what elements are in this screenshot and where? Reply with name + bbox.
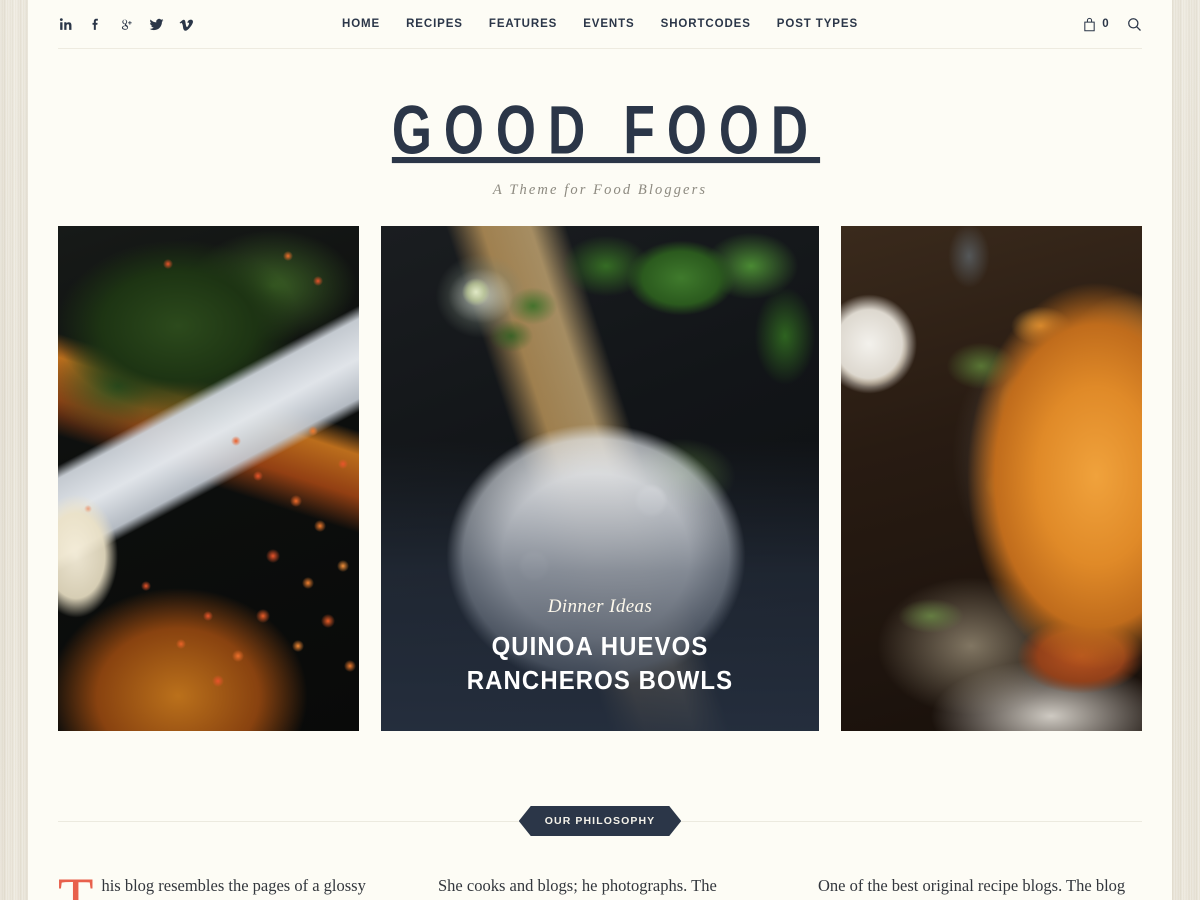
nav-item-shortcodes[interactable]: SHORTCODES [661, 18, 751, 30]
philosophy-columns: T his blog resembles the pages of a glos… [58, 866, 1142, 900]
googleplus-icon[interactable] [118, 15, 134, 33]
dropcap-letter: T [58, 866, 94, 900]
philosophy-text-1: his blog resembles the pages of a glossy… [101, 876, 366, 895]
nav-item-events[interactable]: EVENTS [583, 18, 634, 30]
nav-item-features[interactable]: FEATURES [489, 18, 557, 30]
slide-center[interactable]: Dinner Ideas QUINOA HUEVOS RANCHEROS BOW… [381, 226, 819, 731]
slide-left[interactable] [58, 226, 359, 731]
shopping-bag-icon [1083, 17, 1096, 32]
twitter-icon[interactable] [148, 15, 164, 33]
site-title[interactable]: GOOD FOOD [101, 95, 1098, 164]
philosophy-text-2: She cooks and blogs; he photographs. The… [438, 876, 717, 895]
cart-button[interactable]: 0 [1083, 17, 1109, 32]
nav-item-home[interactable]: HOME [342, 18, 380, 30]
philosophy-container: OUR PHILOSOPHY T his blog resembles the … [58, 803, 1142, 900]
linkedin-icon[interactable] [58, 15, 74, 33]
site-header: HOME RECIPES FEATURES EVENTS SHORTCODES … [58, 0, 1142, 48]
search-icon[interactable] [1127, 17, 1142, 32]
slide-center-title: QUINOA HUEVOS RANCHEROS BOWLS [466, 631, 734, 695]
facebook-icon[interactable] [88, 15, 104, 33]
slide-right[interactable] [841, 226, 1142, 731]
slide-center-kicker: Dinner Ideas [547, 596, 653, 618]
header-tools: 0 [1083, 17, 1142, 32]
featured-slider: Dinner Ideas QUINOA HUEVOS RANCHEROS BOW… [58, 226, 1142, 731]
header-container: HOME RECIPES FEATURES EVENTS SHORTCODES … [58, 0, 1142, 48]
brand-block: GOOD FOOD A Theme for Food Bloggers [58, 49, 1142, 199]
philosophy-badge: OUR PHILOSOPHY [519, 806, 682, 836]
vimeo-icon[interactable] [178, 15, 194, 33]
slide-right-photo [841, 226, 1142, 731]
philosophy-text-3: One of the best original recipe blogs. T… [818, 876, 1126, 895]
slide-center-caption: Dinner Ideas QUINOA HUEVOS RANCHEROS BOW… [381, 596, 819, 697]
page-content-sheet: HOME RECIPES FEATURES EVENTS SHORTCODES … [28, 0, 1172, 900]
philosophy-section-head: OUR PHILOSOPHY [58, 803, 1142, 839]
philosophy-column-3: One of the best original recipe blogs. T… [818, 871, 1142, 900]
nav-item-post-types[interactable]: POST TYPES [777, 18, 858, 30]
slide-left-photo [58, 226, 359, 731]
philosophy-column-2: She cooks and blogs; he photographs. The… [438, 871, 762, 900]
site-tagline: A Theme for Food Bloggers [492, 182, 708, 198]
social-links [58, 15, 194, 33]
slider-container: Dinner Ideas QUINOA HUEVOS RANCHEROS BOW… [58, 226, 1142, 731]
main-navigation: HOME RECIPES FEATURES EVENTS SHORTCODES … [342, 18, 858, 30]
nav-item-recipes[interactable]: RECIPES [406, 18, 463, 30]
cart-count: 0 [1102, 18, 1109, 30]
brand-container: GOOD FOOD A Theme for Food Bloggers [58, 49, 1142, 199]
philosophy-column-1: T his blog resembles the pages of a glos… [58, 866, 382, 900]
